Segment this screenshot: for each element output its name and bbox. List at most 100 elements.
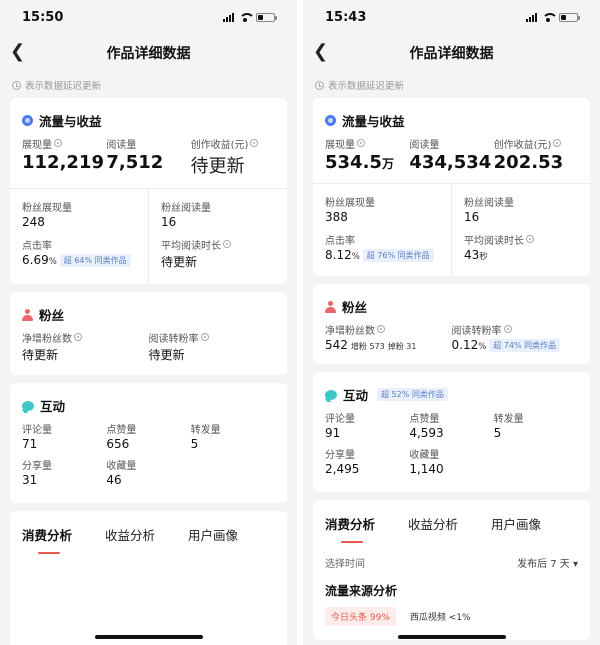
- shares-value: 31: [22, 473, 38, 487]
- likes-label: 点赞量: [106, 424, 137, 436]
- fan-reads-value: 16: [161, 215, 177, 229]
- delay-notice: 表示数据延迟更新: [303, 72, 600, 98]
- conversion-value: 0.12: [451, 338, 479, 352]
- tab-income[interactable]: 收益分析: [105, 525, 155, 554]
- income-value: 202.53: [493, 152, 564, 173]
- tab-consumption[interactable]: 消费分析: [22, 525, 72, 554]
- source-chip-xigua[interactable]: 西瓜视频 <1%: [404, 607, 477, 626]
- help-icon[interactable]: [54, 139, 62, 147]
- impressions-label: 展现量: [325, 139, 355, 151]
- fans-gained: 增粉 573: [350, 342, 385, 351]
- reads-stat: 阅读量 7,512: [106, 136, 190, 178]
- income-label: 创作收益(元): [493, 139, 552, 151]
- tab-user-profile[interactable]: 用户画像: [491, 514, 541, 543]
- conversion-badge: 超 74% 同类作品: [489, 339, 561, 352]
- reposts-stat: 转发量 5: [190, 421, 275, 452]
- interaction-title: 互动: [343, 388, 369, 403]
- reposts-value: 5: [190, 437, 199, 451]
- reads-label: 阅读量: [409, 139, 440, 151]
- fan-impressions-stat: 粉丝展现量 388: [325, 194, 439, 225]
- income-stat: 创作收益(元) 待更新: [191, 136, 275, 178]
- fans-card: 粉丝 净增粉丝数 待更新 阅读转粉率 待更新: [10, 292, 287, 375]
- status-time: 15:43: [325, 9, 367, 25]
- clock-icon: [200, 333, 209, 341]
- fans-title: 粉丝: [39, 308, 65, 323]
- reposts-label: 转发量: [190, 424, 221, 436]
- impressions-stat: 展现量 112,219: [22, 136, 106, 178]
- shares-label: 分享量: [22, 460, 52, 472]
- clock-icon: [315, 80, 324, 90]
- likes-value: 656: [106, 437, 130, 451]
- ctr-unit: %: [351, 252, 360, 262]
- tab-consumption[interactable]: 消费分析: [325, 514, 375, 543]
- net-fans-stat: 净增粉丝数 待更新: [22, 330, 149, 363]
- back-chevron-icon[interactable]: ❮: [313, 42, 333, 62]
- fan-reads-stat: 粉丝阅读量 16: [464, 194, 578, 225]
- income-stat: 创作收益(元) 202.53: [494, 136, 578, 173]
- status-icons: [223, 12, 277, 22]
- source-analysis-title: 流量来源分析: [325, 584, 398, 598]
- conversion-label: 阅读转粉率: [451, 325, 502, 337]
- fan-impressions-stat: 粉丝展现量 248: [22, 199, 136, 230]
- interaction-badge: 超 52% 同类作品: [377, 388, 448, 401]
- nav-bar: ❮ 作品详细数据: [303, 34, 600, 72]
- shares-label: 分享量: [325, 449, 355, 461]
- net-fans-value: 待更新: [22, 348, 59, 362]
- interaction-title: 互动: [40, 399, 66, 414]
- reads-value: 434,534: [409, 152, 492, 173]
- avg-time-value: 43: [464, 248, 480, 262]
- time-filter: 选择时间 发布后 7 天 ▾: [313, 543, 590, 570]
- battery-icon: [256, 12, 277, 22]
- ctr-stat: 点击率 8.12% 超 76% 同类作品: [325, 232, 439, 262]
- reads-stat: 阅读量 434,534: [409, 136, 493, 174]
- wifi-icon: [239, 12, 255, 22]
- likes-stat: 点赞量 656: [106, 421, 190, 452]
- signal-icon: [526, 12, 537, 22]
- interaction-card: 互动 超 52% 同类作品 评论量 91 点赞量 4,593 转发量 5 分享量 2,4…: [313, 372, 590, 492]
- favorites-label: 收藏量: [409, 449, 440, 461]
- traffic-title: 流量与收益: [39, 114, 102, 129]
- favorites-stat: 收藏量 1,140: [409, 446, 493, 477]
- traffic-icon: [325, 115, 336, 126]
- ctr-value: 8.12: [325, 248, 352, 262]
- time-filter-dropdown[interactable]: 发布后 7 天 ▾: [517, 555, 578, 570]
- tab-user-profile[interactable]: 用户画像: [188, 525, 238, 554]
- conversion-stat: 阅读转粉率 待更新: [149, 330, 276, 363]
- conversion-label: 阅读转粉率: [148, 333, 199, 345]
- ctr-unit: %: [48, 257, 57, 267]
- source-chip-toutiao[interactable]: 今日头条 99%: [325, 607, 396, 626]
- comments-value: 91: [325, 426, 341, 440]
- reposts-stat: 转发量 5: [493, 410, 578, 441]
- reads-label: 阅读量: [106, 139, 137, 151]
- status-bar: 15:50: [0, 0, 297, 34]
- favorites-value: 46: [106, 473, 122, 487]
- avg-time-unit: 秒: [479, 252, 488, 262]
- traffic-card: 流量与收益 展现量 534.5万 阅读量 434,534 创作收益(元) 202…: [313, 98, 590, 276]
- reposts-value: 5: [493, 426, 502, 440]
- favorites-label: 收藏量: [106, 460, 137, 472]
- tab-income[interactable]: 收益分析: [408, 514, 458, 543]
- clock-icon: [553, 139, 562, 147]
- interaction-card: 互动 评论量 71 点赞量 656 转发量 5 分享量 31 收藏量 46: [10, 383, 287, 503]
- fans-lost: 掉粉 31: [387, 342, 417, 351]
- wifi-icon: [542, 12, 558, 22]
- favorites-stat: 收藏量 46: [106, 457, 190, 488]
- net-fans-label: 净增粉丝数: [22, 333, 72, 345]
- reposts-label: 转发量: [493, 413, 524, 425]
- impressions-value: 112,219: [22, 152, 104, 173]
- comments-stat: 评论量 71: [22, 421, 106, 452]
- avg-time-value: 待更新: [161, 255, 198, 269]
- clock-icon: [223, 240, 231, 248]
- conversion-unit: %: [478, 342, 487, 352]
- clock-icon: [503, 325, 512, 333]
- fan-reads-label: 粉丝阅读量: [464, 197, 514, 209]
- back-chevron-icon[interactable]: ❮: [10, 42, 30, 62]
- home-indicator[interactable]: [397, 635, 506, 639]
- help-icon[interactable]: [357, 139, 365, 147]
- home-indicator[interactable]: [94, 635, 203, 639]
- comments-stat: 评论量 91: [325, 410, 409, 441]
- impressions-stat: 展现量 534.5万: [325, 136, 409, 173]
- traffic-card-header: 流量与收益: [10, 98, 287, 136]
- analysis-tabs: 消费分析 收益分析 用户画像: [313, 500, 590, 543]
- nav-bar: ❮ 作品详细数据: [0, 34, 297, 72]
